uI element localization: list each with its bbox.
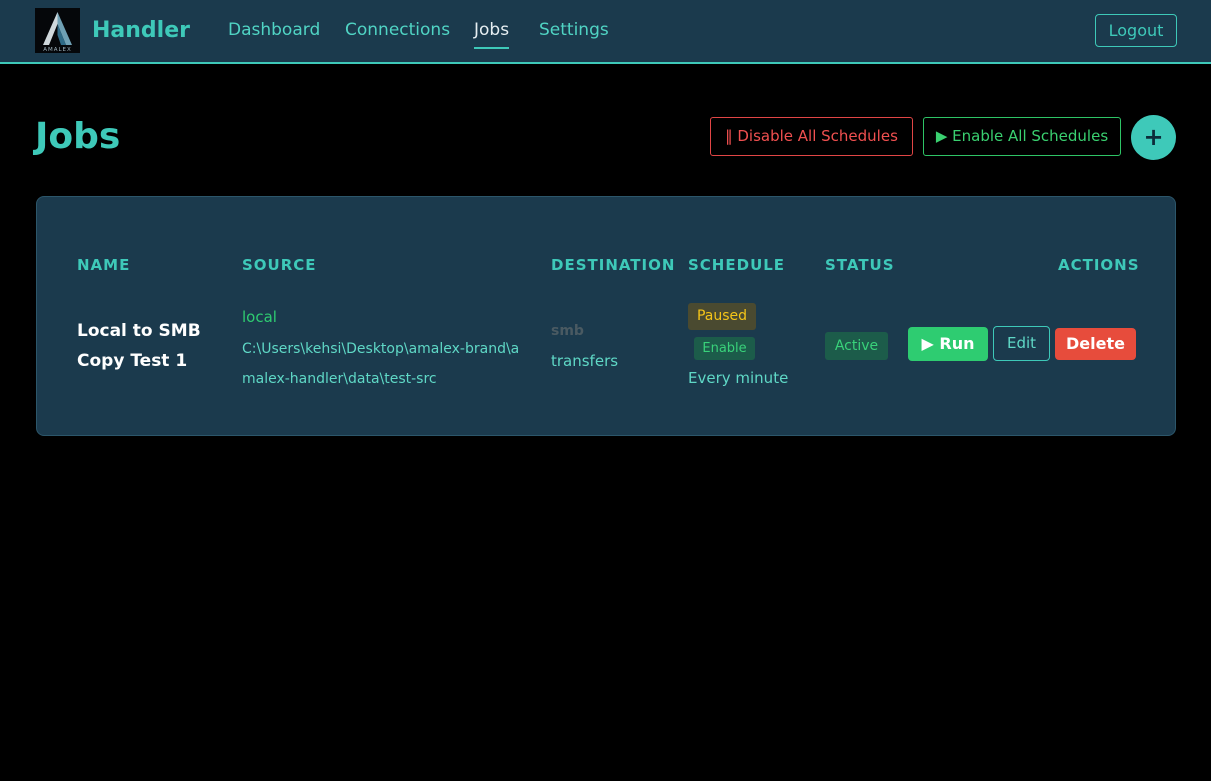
enable-all-schedules-button[interactable]: ▶ Enable All Schedules [923, 117, 1121, 156]
app-brand[interactable]: Handler [92, 17, 190, 45]
delete-button[interactable]: Delete [1055, 328, 1136, 360]
run-button[interactable]: ▶ Run [908, 327, 988, 361]
destination-path: transfers [551, 352, 619, 370]
column-header-source: SOURCE [242, 256, 317, 274]
page-title: Jobs [35, 116, 121, 157]
amalex-logo[interactable]: AMALEX [35, 8, 80, 53]
add-job-button[interactable]: + [1131, 115, 1176, 160]
column-header-name: NAME [77, 256, 131, 274]
logout-button[interactable]: Logout [1095, 14, 1177, 47]
nav-link-connections[interactable]: Connections [345, 19, 450, 41]
active-tab-indicator [474, 47, 509, 49]
jobs-table-card: NAME SOURCE DESTINATION SCHEDULE STATUS … [36, 196, 1176, 436]
edit-button[interactable]: Edit [993, 326, 1050, 361]
job-name: Local to SMB Copy Test 1 [77, 321, 201, 371]
logo-mark-icon: AMALEX [35, 8, 80, 53]
schedule-interval: Every minute [688, 369, 789, 387]
logo-wordmark: AMALEX [43, 47, 72, 53]
nav-link-jobs[interactable]: Jobs [474, 19, 509, 41]
schedule-paused-badge: Paused [688, 303, 756, 330]
top-navbar: AMALEX Handler Dashboard Connections Job… [0, 0, 1211, 64]
column-header-status: STATUS [825, 256, 895, 274]
nav-link-settings[interactable]: Settings [539, 19, 609, 41]
status-badge: Active [825, 332, 888, 360]
destination-type: smb [551, 323, 584, 339]
column-header-actions: ACTIONS [1058, 256, 1140, 274]
enable-schedule-button[interactable]: Enable [694, 337, 755, 360]
source-type: local [242, 308, 277, 326]
nav-link-dashboard[interactable]: Dashboard [228, 19, 320, 41]
column-header-destination: DESTINATION [551, 256, 676, 274]
column-header-schedule: SCHEDULE [688, 256, 786, 274]
disable-all-schedules-button[interactable]: ‖ Disable All Schedules [710, 117, 913, 156]
source-path: C:\Users\kehsi\Desktop\amalex-brand\amal… [242, 341, 520, 387]
